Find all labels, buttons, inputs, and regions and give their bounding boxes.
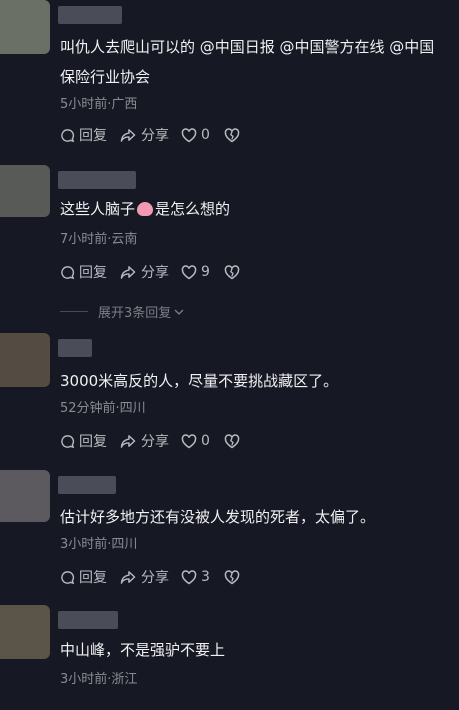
share-label: 分享 xyxy=(141,265,169,281)
reply-icon xyxy=(61,265,75,279)
reply-label: 回复 xyxy=(79,265,107,281)
comment-text: 估计好多地方还有没被人发现的死者，太偏了。 xyxy=(60,508,376,526)
share-button[interactable]: 分享 xyxy=(119,125,169,145)
share-button[interactable]: 分享 xyxy=(119,262,169,282)
username-blurred[interactable] xyxy=(58,339,92,357)
broken-heart-icon xyxy=(224,127,240,142)
share-icon xyxy=(120,128,136,142)
reply-button[interactable]: 回复 xyxy=(60,125,107,145)
avatar[interactable] xyxy=(0,333,50,387)
comment-meta: 3小时前·四川 xyxy=(60,537,138,552)
reply-label: 回复 xyxy=(79,128,107,144)
chevron-down-icon xyxy=(174,309,184,315)
reply-label: 回复 xyxy=(79,570,107,586)
heart-icon xyxy=(181,127,197,142)
heart-icon xyxy=(181,569,197,584)
dislike-button[interactable] xyxy=(224,433,244,449)
avatar[interactable] xyxy=(0,470,50,522)
comment-text-line: 叫仇人去爬山可以的 @中国日报 @中国警方在线 @中国 xyxy=(60,38,435,56)
share-icon xyxy=(120,434,136,448)
comment-text: 叫仇人去爬山可以的 @中国日报 @中国警方在线 @中国 保险行业协会 xyxy=(60,32,459,92)
avatar[interactable] xyxy=(0,165,50,217)
share-icon xyxy=(120,570,136,584)
username-blurred[interactable] xyxy=(58,476,116,494)
username-blurred[interactable] xyxy=(58,611,118,629)
reply-icon xyxy=(61,570,75,584)
share-label: 分享 xyxy=(141,434,169,450)
comment-text: 3000米高反的人，尽量不要挑战藏区了。 xyxy=(60,372,339,390)
reply-label: 回复 xyxy=(79,434,107,450)
dislike-button[interactable] xyxy=(224,569,244,585)
username-blurred[interactable] xyxy=(58,171,136,189)
heart-icon xyxy=(181,264,197,279)
comment-text: 中山峰，不是强驴不要上 xyxy=(60,641,226,659)
comment-actions: 回复 分享 0 xyxy=(60,431,256,451)
expand-replies-button[interactable]: 展开3条回复 xyxy=(60,302,184,321)
divider-line xyxy=(60,311,88,312)
reply-button[interactable]: 回复 xyxy=(60,431,107,451)
avatar[interactable] xyxy=(0,0,50,54)
broken-heart-icon xyxy=(224,264,240,279)
expand-replies-label: 展开3条回复 xyxy=(98,306,172,321)
share-button[interactable]: 分享 xyxy=(119,567,169,587)
comment-text: 这些人脑子 是怎么想的 xyxy=(60,194,459,224)
like-count: 0 xyxy=(201,433,210,449)
comment-actions: 回复 分享 0 xyxy=(60,125,256,145)
like-count: 9 xyxy=(201,264,210,280)
comment-actions: 回复 分享 3 xyxy=(60,567,256,587)
dislike-button[interactable] xyxy=(224,127,244,143)
comment-text-line: 保险行业协会 xyxy=(60,68,151,86)
reply-button[interactable]: 回复 xyxy=(60,262,107,282)
avatar[interactable] xyxy=(0,605,50,659)
reply-icon xyxy=(61,128,75,142)
dislike-button[interactable] xyxy=(224,264,244,280)
like-button[interactable]: 9 xyxy=(181,264,210,280)
comment-actions: 回复 分享 9 xyxy=(60,262,256,282)
comment-text-part: 是怎么想的 xyxy=(155,200,231,218)
comment-meta: 5小时前·广西 xyxy=(60,97,138,112)
like-count: 0 xyxy=(201,127,210,143)
reply-button[interactable]: 回复 xyxy=(60,567,107,587)
share-label: 分享 xyxy=(141,128,169,144)
brain-emoji-icon xyxy=(137,202,154,216)
share-label: 分享 xyxy=(141,570,169,586)
broken-heart-icon xyxy=(224,433,240,448)
comment-actions-partial xyxy=(60,702,260,710)
username-blurred[interactable] xyxy=(58,6,122,24)
reply-icon xyxy=(61,434,75,448)
like-button[interactable]: 0 xyxy=(181,433,210,449)
like-button[interactable]: 3 xyxy=(181,569,210,585)
like-button[interactable]: 0 xyxy=(181,127,210,143)
share-button[interactable]: 分享 xyxy=(119,431,169,451)
comment-meta: 3小时前·浙江 xyxy=(60,672,138,687)
broken-heart-icon xyxy=(224,569,240,584)
heart-icon xyxy=(181,433,197,448)
share-icon xyxy=(120,265,136,279)
comment-text-part: 这些人脑子 xyxy=(60,200,136,218)
like-count: 3 xyxy=(201,569,210,585)
comment-meta: 7小时前·云南 xyxy=(60,232,138,247)
comment-meta: 52分钟前·四川 xyxy=(60,401,146,416)
